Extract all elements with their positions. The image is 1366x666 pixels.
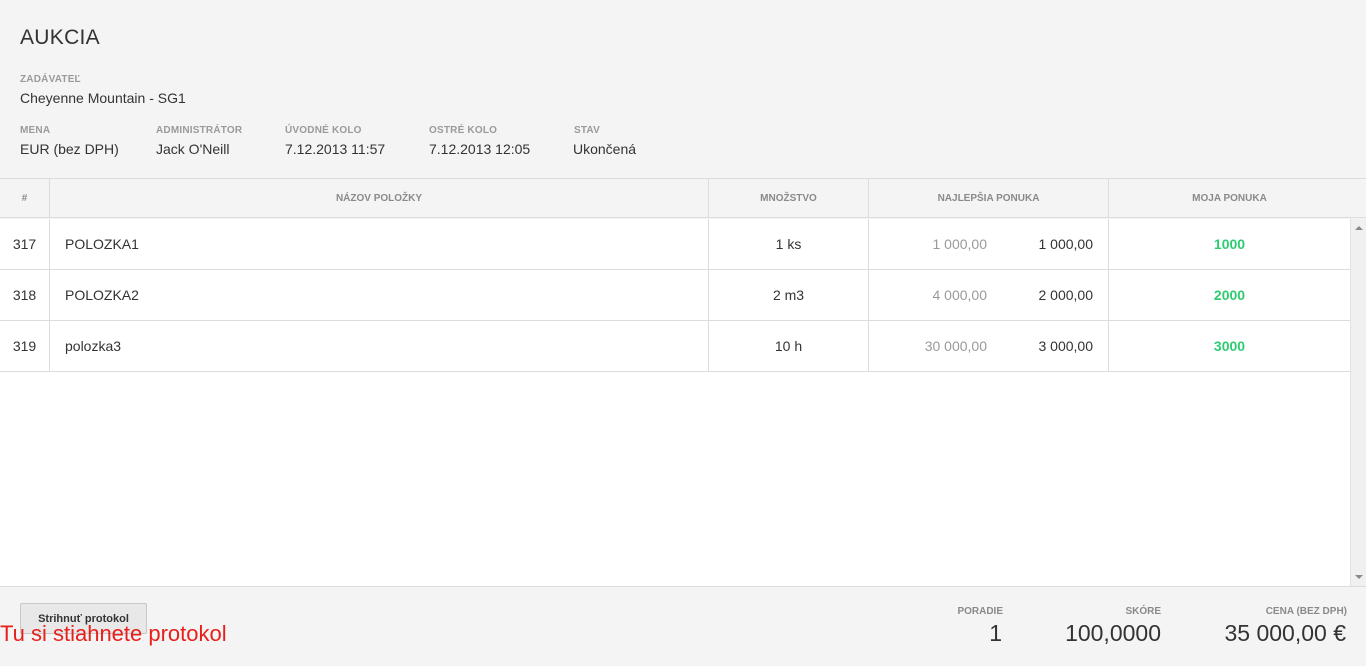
page-title: AUKCIA [20, 26, 100, 49]
items-table-header: # NÁZOV POLOŽKY MNOŽSTVO NAJLEPŠIA PONUK… [0, 178, 1366, 218]
best-offer-current: 3 000,00 [1038, 338, 1094, 354]
best-offer-current: 2 000,00 [1038, 287, 1094, 303]
price-value: 35 000,00 € [1224, 620, 1346, 646]
administrator-label: ADMINISTRÁTOR [156, 125, 243, 136]
download-hint-annotation: Tu si stiahnete protokol [0, 621, 227, 646]
item-quantity: 2 m3 [709, 270, 869, 320]
best-offer-initial: 4 000,00 [932, 287, 988, 303]
status-label: STAV [574, 125, 600, 136]
table-row[interactable]: 319 polozka3 10 h 30 000,00 3 000,00 300… [0, 321, 1350, 372]
item-name: POLOZKA1 [50, 219, 709, 269]
table-scrollbar[interactable] [1350, 219, 1366, 586]
item-best-offer: 1 000,00 1 000,00 [869, 219, 1109, 269]
column-header-my-offer[interactable]: MOJA PONUKA [1109, 179, 1350, 218]
item-quantity: 1 ks [709, 219, 869, 269]
column-header-quantity[interactable]: MNOŽSTVO [709, 179, 869, 218]
best-offer-initial: 30 000,00 [924, 338, 987, 354]
item-quantity: 10 h [709, 321, 869, 371]
item-my-offer: 1000 [1213, 236, 1246, 252]
items-table-body: 317 POLOZKA1 1 ks 1 000,00 1 000,00 1000… [0, 219, 1350, 586]
live-round-label: OSTRÉ KOLO [429, 125, 498, 136]
item-name: POLOZKA2 [50, 270, 709, 320]
column-header-number[interactable]: # [0, 179, 50, 218]
live-round-value: 7.12.2013 12:05 [429, 141, 531, 157]
score-value: 100,0000 [1065, 620, 1161, 646]
requester-label: ZADÁVATEĽ [20, 74, 81, 85]
item-number: 318 [0, 270, 50, 320]
requester-value: Cheyenne Mountain - SG1 [20, 90, 186, 106]
item-number: 317 [0, 219, 50, 269]
score-label: SKÓRE [1125, 606, 1161, 617]
column-header-best-offer[interactable]: NAJLEPŠIA PONUKA [869, 179, 1109, 218]
item-best-offer: 4 000,00 2 000,00 [869, 270, 1109, 320]
table-row[interactable]: 317 POLOZKA1 1 ks 1 000,00 1 000,00 1000 [0, 219, 1350, 270]
initial-round-value: 7.12.2013 11:57 [285, 141, 386, 157]
item-my-offer: 3000 [1213, 338, 1246, 354]
item-name: polozka3 [50, 321, 709, 371]
status-value: Ukončená [573, 141, 637, 157]
table-row[interactable]: 318 POLOZKA2 2 m3 4 000,00 2 000,00 2000 [0, 270, 1350, 321]
rank-label: PORADIE [957, 606, 1003, 617]
item-best-offer: 30 000,00 3 000,00 [869, 321, 1109, 371]
rank-value: 1 [989, 620, 1002, 646]
item-number: 319 [0, 321, 50, 371]
item-my-offer: 2000 [1213, 287, 1246, 303]
best-offer-initial: 1 000,00 [932, 236, 988, 252]
price-label: CENA (BEZ DPH) [1265, 606, 1347, 617]
currency-label: MENA [20, 125, 51, 136]
column-header-item-name[interactable]: NÁZOV POLOŽKY [50, 179, 709, 218]
initial-round-label: ÚVODNÉ KOLO [285, 125, 362, 136]
footer-bar: Strihnuť protokol Tu si stiahnete protok… [0, 586, 1366, 666]
scroll-down-arrow-icon[interactable] [1355, 575, 1363, 579]
scroll-up-arrow-icon[interactable] [1355, 226, 1363, 230]
best-offer-current: 1 000,00 [1038, 236, 1094, 252]
currency-value: EUR (bez DPH) [20, 141, 119, 157]
administrator-value: Jack O'Neill [156, 141, 230, 157]
